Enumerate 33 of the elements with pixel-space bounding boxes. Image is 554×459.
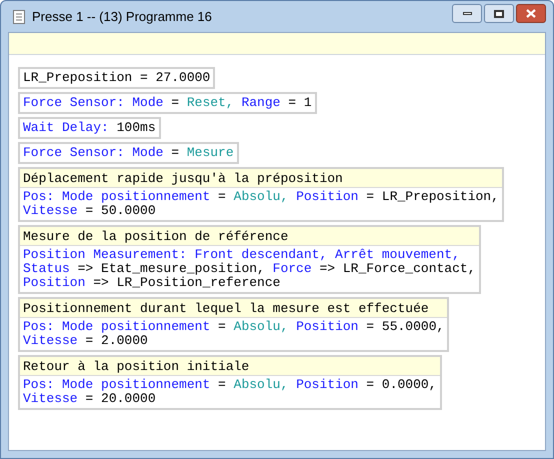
close-icon bbox=[526, 9, 536, 18]
code-line: Vitesse = 50.0000 bbox=[23, 204, 157, 218]
code-line: Position => LR_Position_reference bbox=[23, 276, 282, 290]
minimize-icon bbox=[462, 12, 472, 15]
program-step[interactable]: Mesure de la position de référence Position Measurement: Front descendant, Arrêt mouvement, Status => Etat_mesure_position, Force => LR_Force_contact, Position => LR_Position_reference bbox=[18, 225, 480, 294]
program-step[interactable]: Déplacement rapide jusqu'à la préposition Pos: Mode positionnement = Absolu, Position = LR_Preposition, Vitesse = 50.0000 bbox=[18, 167, 504, 222]
code-line: Force Sensor: Mode = Reset, Range = 1 bbox=[23, 96, 312, 110]
code-line: Wait Delay: 100ms bbox=[23, 121, 156, 135]
close-button[interactable] bbox=[516, 4, 546, 23]
program-step[interactable]: Retour à la position initiale Pos: Mode positionnement = Absolu, Position = 0.0000, Vitesse = 20.0000 bbox=[18, 355, 442, 410]
program-step[interactable]: LR_Preposition = 27.0000 bbox=[18, 67, 216, 89]
code-line: Vitesse = 20.0000 bbox=[23, 392, 157, 406]
maximize-icon bbox=[494, 10, 504, 18]
minimize-button[interactable] bbox=[452, 4, 482, 23]
notepad-icon bbox=[12, 8, 26, 24]
step-comment: Positionnement durant lequel la mesure est effectuée bbox=[20, 299, 448, 318]
program-step[interactable]: Positionnement durant lequel la mesure est effectuée Pos: Mode positionnement = Absolu, Position = 55.0000, Vitesse = 2.0000 bbox=[18, 297, 450, 352]
step-comment: Mesure de la position de référence bbox=[20, 227, 478, 246]
code-line: Force Sensor: Mode = Mesure bbox=[23, 146, 234, 160]
program-step[interactable]: Wait Delay: 100ms bbox=[18, 117, 161, 139]
code-line: Pos: Mode positionnement = Absolu, Position = 0.0000, bbox=[23, 378, 436, 392]
window-title: Presse 1 -- (13) Programme 16 bbox=[32, 8, 212, 26]
code-line: Pos: Mode positionnement = Absolu, Position = 55.0000, bbox=[23, 320, 444, 334]
code-line: Pos: Mode positionnement = Absolu, Position = LR_Preposition, bbox=[23, 190, 499, 204]
step-comment: Retour à la position initiale bbox=[20, 357, 440, 376]
step-comment: Déplacement rapide jusqu'à la préposition bbox=[20, 169, 502, 188]
code-line: Vitesse = 2.0000 bbox=[23, 334, 149, 348]
maximize-button[interactable] bbox=[484, 4, 514, 23]
code-line: Status => Etat_mesure_position, Force => LR_Force_contact, bbox=[23, 262, 476, 276]
program-step[interactable]: Force Sensor: Mode = Mesure bbox=[18, 142, 239, 164]
code-line: Position Measurement: Front descendant, Arrêt mouvement, bbox=[23, 248, 461, 262]
code-line: LR_Preposition = 27.0000 bbox=[23, 71, 210, 85]
program-step[interactable]: Force Sensor: Mode = Reset, Range = 1 bbox=[18, 92, 317, 114]
